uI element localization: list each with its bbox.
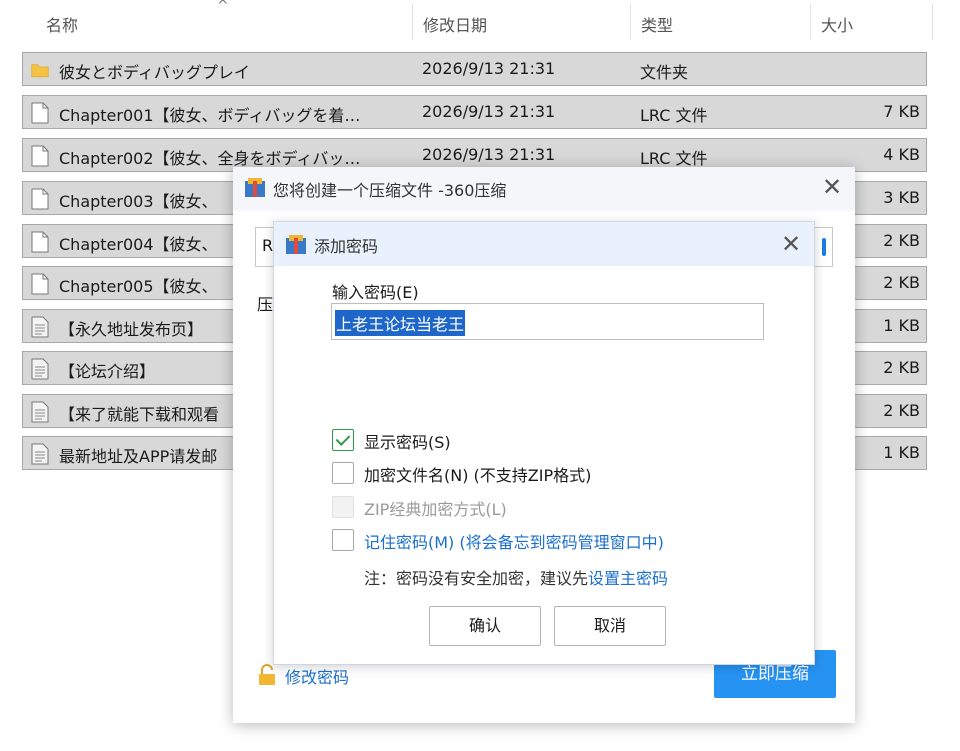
column-header-date[interactable]: 修改日期 xyxy=(423,12,487,36)
table-row[interactable]: 彼女とボディバッグプレイ 2026/9/13 21:31 文件夹 xyxy=(22,52,927,86)
close-icon[interactable]: ✕ xyxy=(817,172,847,202)
sort-ascending-icon[interactable]: ^ xyxy=(217,0,229,14)
file-size: 1 KB xyxy=(883,443,920,462)
dialog-title: 添加密码 xyxy=(314,237,379,256)
file-size: 1 KB xyxy=(883,316,920,335)
file-icon xyxy=(31,102,49,124)
security-note-text: 注：密码没有安全加密，建议先 xyxy=(364,569,589,588)
file-name: Chapter002【彼女、全身をボディバッ… xyxy=(59,149,361,168)
column-header-type[interactable]: 类型 xyxy=(641,12,673,36)
file-name: Chapter005【彼女、 xyxy=(59,277,218,296)
dialog-title: 您将创建一个压缩文件 -360压缩 xyxy=(273,181,507,200)
set-master-password-link[interactable]: 设置主密码 xyxy=(588,569,668,588)
file-icon xyxy=(31,145,49,167)
file-name: 【论坛介绍】 xyxy=(59,362,156,381)
text-file-icon xyxy=(31,443,49,465)
text-file-icon xyxy=(31,401,49,423)
column-header-size[interactable]: 大小 xyxy=(821,12,853,36)
file-icon xyxy=(31,188,49,210)
password-input[interactable]: 上老王论坛当老王 xyxy=(331,303,764,340)
checkbox-label: ZIP经典加密方式(L) xyxy=(364,500,507,519)
text-file-icon xyxy=(31,316,49,338)
file-icon xyxy=(31,231,49,253)
file-name: Chapter004【彼女、 xyxy=(59,235,218,254)
cancel-button[interactable]: 取消 xyxy=(554,606,666,646)
360zip-app-icon xyxy=(245,178,265,197)
checkbox-label: 记住密码(M) (将会备忘到密码管理窗口中) xyxy=(364,533,664,552)
password-label: 输入密码(E) xyxy=(332,283,419,302)
file-type: LRC 文件 xyxy=(640,106,708,125)
file-name: 彼女とボディバッグプレイ xyxy=(59,63,250,82)
column-divider[interactable] xyxy=(630,4,631,40)
file-size: 2 KB xyxy=(883,358,920,377)
file-size: 2 KB xyxy=(883,273,920,292)
file-name: 【永久地址发布页】 xyxy=(59,320,204,339)
file-type: LRC 文件 xyxy=(640,149,708,168)
file-date: 2026/9/13 21:31 xyxy=(422,145,556,164)
remember-password-checkbox[interactable] xyxy=(332,529,354,551)
show-password-checkbox[interactable] xyxy=(332,429,354,451)
file-name: 最新地址及APP请发邮 xyxy=(59,447,218,466)
file-name: 【来了就能下载和观看 xyxy=(59,405,220,424)
column-divider[interactable] xyxy=(412,4,413,40)
confirm-button[interactable]: 确认 xyxy=(429,606,541,646)
add-password-dialog: 添加密码 ✕ 输入密码(E) 上老王论坛当老王 显示密码(S) 加密文件名(N)… xyxy=(273,221,815,665)
file-type: 文件夹 xyxy=(640,63,689,82)
change-password-label: 修改密码 xyxy=(285,668,350,687)
file-date: 2026/9/13 21:31 xyxy=(422,102,556,121)
zip-classic-encryption-checkbox xyxy=(332,496,354,518)
file-list-header: ^ 名称 修改日期 类型 大小 xyxy=(0,0,960,44)
encrypt-filenames-checkbox[interactable] xyxy=(332,462,354,484)
browse-icon[interactable] xyxy=(822,238,826,256)
password-value: 上老王论坛当老王 xyxy=(335,310,466,336)
folder-icon xyxy=(31,64,49,78)
file-date: 2026/9/13 21:31 xyxy=(422,59,556,78)
file-name: Chapter001【彼女、ボディバッグを着… xyxy=(59,106,361,125)
checkbox-label: 加密文件名(N) (不支持ZIP格式) xyxy=(364,466,592,485)
checkbox-label: 显示密码(S) xyxy=(364,433,451,452)
dialog-titlebar[interactable]: 添加密码 ✕ xyxy=(274,222,814,266)
archive-path-text: R xyxy=(262,236,274,255)
text-file-icon xyxy=(31,358,49,380)
compression-label: 压 xyxy=(257,295,274,314)
security-note: 注：密码没有安全加密，建议先设置主密码 xyxy=(364,565,668,589)
dialog-titlebar[interactable]: 您将创建一个压缩文件 -360压缩 ✕ xyxy=(233,167,855,211)
close-icon[interactable]: ✕ xyxy=(776,229,806,259)
column-divider[interactable] xyxy=(932,4,933,40)
column-header-name[interactable]: 名称 xyxy=(46,12,78,36)
file-name: Chapter003【彼女、 xyxy=(59,192,218,211)
file-size: 3 KB xyxy=(883,188,920,207)
file-icon xyxy=(31,273,49,295)
file-size: 2 KB xyxy=(883,401,920,420)
column-divider[interactable] xyxy=(810,4,811,40)
lock-icon xyxy=(259,664,275,685)
360zip-app-icon xyxy=(286,235,306,254)
file-size: 7 KB xyxy=(883,102,920,121)
file-size: 4 KB xyxy=(883,145,920,164)
table-row[interactable]: Chapter001【彼女、ボディバッグを着… 2026/9/13 21:31 … xyxy=(22,95,927,129)
file-size: 2 KB xyxy=(883,231,920,250)
